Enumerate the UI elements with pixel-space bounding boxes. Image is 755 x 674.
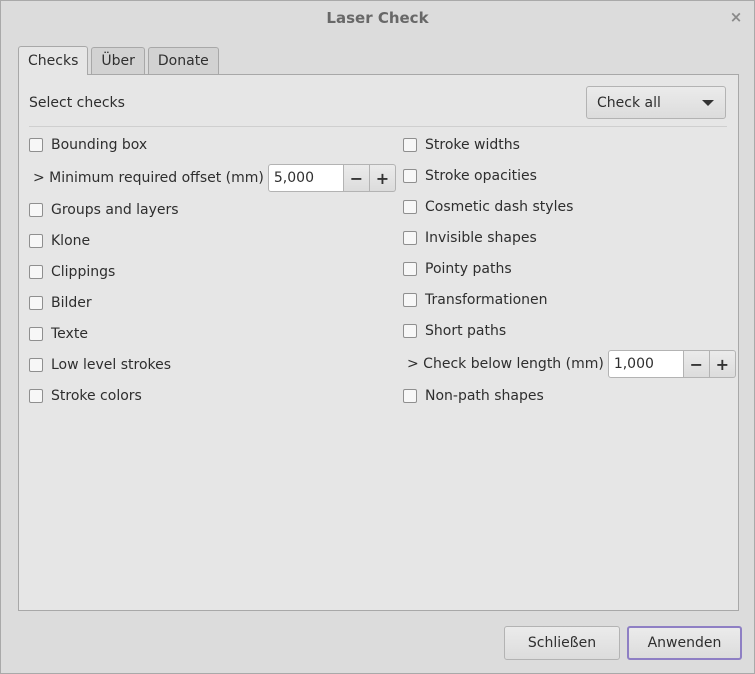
check-label: Low level strokes — [51, 357, 172, 373]
below-length-input[interactable] — [607, 350, 684, 378]
check-all-dropdown[interactable]: Check all — [586, 86, 726, 119]
checkbox[interactable] — [29, 358, 43, 372]
window-title: Laser Check — [326, 9, 429, 27]
check-short-paths[interactable]: Short paths — [403, 321, 506, 341]
check-label: Pointy paths — [425, 261, 512, 277]
check-label: Klone — [51, 233, 91, 249]
min-offset-row: > Minimum required offset (mm) − + — [33, 164, 396, 192]
tab-bar: Checks Über Donate — [18, 46, 222, 75]
below-length-decrement-button[interactable]: − — [683, 350, 710, 378]
check-transformationen[interactable]: Transformationen — [403, 290, 548, 310]
check-groups-and-layers[interactable]: Groups and layers — [29, 200, 179, 220]
check-label: Stroke colors — [51, 388, 142, 404]
check-label: Cosmetic dash styles — [425, 199, 574, 215]
checkbox[interactable] — [29, 138, 43, 152]
close-icon[interactable]: × — [728, 8, 744, 26]
min-offset-decrement-button[interactable]: − — [343, 164, 370, 192]
dropdown-value: Check all — [597, 94, 661, 111]
select-checks-label: Select checks — [29, 95, 125, 111]
checkbox[interactable] — [403, 262, 417, 276]
check-label: Clippings — [51, 264, 116, 280]
check-label: Stroke widths — [425, 137, 520, 153]
close-button[interactable]: Schließen — [504, 626, 620, 660]
tab-uber[interactable]: Über — [91, 47, 145, 74]
check-invisible-shapes[interactable]: Invisible shapes — [403, 228, 537, 248]
apply-button[interactable]: Anwenden — [627, 626, 742, 660]
check-bounding-box[interactable]: Bounding box — [29, 135, 147, 155]
divider — [29, 126, 727, 127]
checks-panel: Select checks Check all Bounding box > M… — [18, 74, 739, 611]
below-length-row: > Check below length (mm) − + — [407, 350, 736, 378]
check-low-level-strokes[interactable]: Low level strokes — [29, 355, 171, 375]
checkbox[interactable] — [403, 231, 417, 245]
dialog-window: Laser Check × Checks Über Donate Select … — [0, 0, 755, 674]
check-cosmetic-dash-styles[interactable]: Cosmetic dash styles — [403, 197, 573, 217]
check-label: Bounding box — [51, 137, 148, 153]
check-clippings[interactable]: Clippings — [29, 262, 115, 282]
check-label: Groups and layers — [51, 202, 179, 218]
tab-checks[interactable]: Checks — [18, 46, 89, 75]
checkbox[interactable] — [403, 293, 417, 307]
min-offset-increment-button[interactable]: + — [369, 164, 396, 192]
check-stroke-colors[interactable]: Stroke colors — [29, 386, 142, 406]
checkbox[interactable] — [403, 138, 417, 152]
check-label: Invisible shapes — [425, 230, 537, 246]
checkbox[interactable] — [29, 327, 43, 341]
checkbox[interactable] — [403, 324, 417, 338]
check-non-path-shapes[interactable]: Non-path shapes — [403, 386, 544, 406]
tab-donate[interactable]: Donate — [147, 47, 219, 74]
check-label: Bilder — [51, 295, 92, 311]
check-stroke-opacities[interactable]: Stroke opacities — [403, 166, 537, 186]
check-label: Non-path shapes — [425, 388, 544, 404]
checkbox[interactable] — [403, 389, 417, 403]
checkbox[interactable] — [29, 389, 43, 403]
check-label: Short paths — [425, 323, 507, 339]
checkbox[interactable] — [29, 203, 43, 217]
checkbox[interactable] — [29, 265, 43, 279]
checkbox[interactable] — [29, 234, 43, 248]
check-label: Stroke opacities — [425, 168, 537, 184]
checkbox[interactable] — [403, 200, 417, 214]
min-offset-input[interactable] — [267, 164, 344, 192]
check-bilder[interactable]: Bilder — [29, 293, 92, 313]
chevron-down-icon — [702, 100, 714, 106]
check-klone[interactable]: Klone — [29, 231, 90, 251]
title-bar: Laser Check × — [1, 1, 754, 35]
checkbox[interactable] — [403, 169, 417, 183]
min-offset-label: > Minimum required offset (mm) — [33, 170, 264, 186]
check-label: Transformationen — [425, 292, 548, 308]
below-length-increment-button[interactable]: + — [709, 350, 736, 378]
below-length-label: > Check below length (mm) — [407, 356, 604, 372]
check-label: Texte — [51, 326, 88, 342]
checkbox[interactable] — [29, 296, 43, 310]
check-stroke-widths[interactable]: Stroke widths — [403, 135, 520, 155]
check-texte[interactable]: Texte — [29, 324, 88, 344]
check-pointy-paths[interactable]: Pointy paths — [403, 259, 512, 279]
